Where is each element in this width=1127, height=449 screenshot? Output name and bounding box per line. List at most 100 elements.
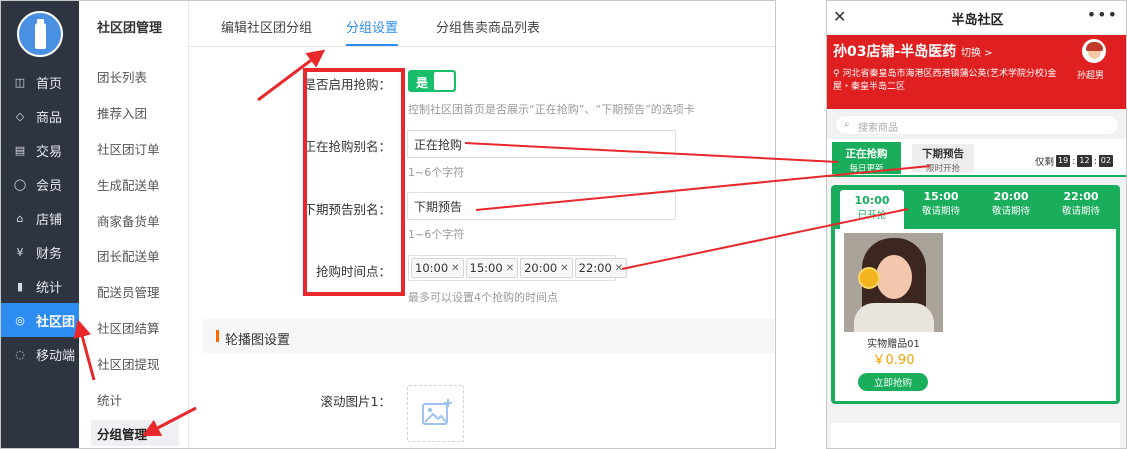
nav-item-member[interactable]: ◯ 会员 — [1, 167, 79, 201]
banner-label: 滚动图片1： — [320, 394, 391, 409]
slot-status: 已开抢 — [857, 210, 887, 221]
current-alias-input[interactable]: 正在抢购 — [407, 130, 676, 158]
tab-next-preview[interactable]: 下期预告 限时开抢 — [912, 144, 974, 174]
community-icon: ◎ — [15, 313, 25, 327]
tab-group-products[interactable]: 分组售卖商品列表 — [436, 17, 540, 36]
shop-name: 孙03店铺-半岛医药 — [833, 44, 957, 60]
logo — [17, 11, 63, 57]
countdown-prefix: 仅剩 — [1035, 157, 1055, 168]
subnav-item[interactable]: 团长列表 — [97, 67, 147, 86]
slot-time: 20:00 — [993, 190, 1029, 203]
slot-status: 敬请期待 — [1061, 206, 1100, 217]
tab-bar: 编辑社区团分组 分组设置 分组售卖商品列表 — [189, 1, 775, 47]
tab-title: 正在抢购 — [845, 148, 888, 160]
chat-icon: ◫ — [14, 75, 26, 89]
nav-item-community[interactable]: ◎ 社区团 — [1, 303, 79, 337]
phone-title: 半岛社区 — [951, 13, 1004, 28]
subnav-item[interactable]: 社区团订单 — [97, 139, 160, 158]
document-icon: ▤ — [14, 143, 26, 157]
active-tab-indicator — [346, 44, 398, 46]
time-slot[interactable]: 15:00 敬请期待 — [909, 190, 973, 217]
nav-item-mobile[interactable]: ◌ 移动端 — [1, 337, 79, 371]
search-input[interactable]: ⌕ 搜索商品 — [835, 115, 1119, 135]
subnav-title: 社区团管理 — [97, 21, 163, 36]
carousel-section-header: 轮播图设置 — [203, 319, 775, 353]
subnav-item[interactable]: 推荐入团 — [97, 103, 147, 122]
close-icon[interactable]: ✕ — [560, 263, 568, 274]
phone-screenshot: ✕ 半岛社区 ••• 孙03店铺-半岛医药 切换 > ⚲ 河北省秦皇岛市海港区西… — [826, 0, 1127, 449]
tag-icon: ◇ — [15, 109, 25, 123]
time-tag[interactable]: 15:00 ✕ — [465, 258, 519, 278]
address-text: 河北省秦皇岛市海港区西港镇蒲公英(艺术学院分校)金屋・秦皇半岛二区 — [833, 69, 1057, 92]
close-icon[interactable]: ✕ — [451, 263, 459, 274]
subnav-item[interactable]: 社区团提现 — [97, 354, 160, 373]
enable-hint: 控制社区团首页是否展示“正在抢购”、“下期预告”的选项卡 — [408, 103, 695, 116]
slot-time: 10:00 — [854, 194, 890, 207]
time-tag[interactable]: 10:00 ✕ — [411, 258, 464, 278]
more-icon[interactable]: ••• — [1087, 5, 1118, 24]
subnav-item[interactable]: 商家备货单 — [97, 211, 160, 230]
image-icon — [422, 399, 452, 425]
nav-label: 店铺 — [36, 212, 63, 228]
shop-address: ⚲ 河北省秦皇岛市海港区西港镇蒲公英(艺术学院分校)金屋・秦皇半岛二区 — [833, 68, 1063, 94]
nav-label: 社区团 — [36, 314, 76, 330]
toggle-text: 是 — [416, 76, 429, 90]
nav-item-home[interactable]: ◫ 首页 — [1, 65, 79, 99]
phone-titlebar: ✕ 半岛社区 ••• — [827, 1, 1126, 35]
next-product-card — [831, 423, 1120, 448]
time-slot[interactable]: 20:00 敬请期待 — [979, 190, 1043, 217]
time-tag[interactable]: 20:00 ✕ — [520, 258, 573, 278]
nav-item-finance[interactable]: ¥ 财务 — [1, 235, 79, 269]
nav-label: 移动端 — [36, 348, 76, 364]
slot-time: 22:00 — [1063, 190, 1099, 203]
bar-chart-icon: ▮ — [16, 279, 24, 293]
image-upload[interactable] — [407, 385, 464, 442]
nav-label: 统计 — [36, 280, 63, 296]
close-icon[interactable]: ✕ — [615, 263, 623, 274]
tab-group-settings[interactable]: 分组设置 — [346, 17, 398, 36]
time-slot[interactable]: 10:00 已开抢 — [840, 190, 904, 229]
countdown-minutes: 12 — [1077, 155, 1092, 167]
time-slot[interactable]: 22:00 敬请期待 — [1049, 190, 1113, 217]
subnav-item-group-manage[interactable]: 分组管理 — [91, 420, 179, 446]
phone-tab-bar: 正在抢购 每日更新 下期预告 限时开抢 仅剩 19: 12: 02 — [827, 139, 1126, 175]
subnav-item[interactable]: 社区团结算 — [97, 318, 160, 337]
store-icon: ⌂ — [16, 211, 24, 225]
avatar[interactable] — [1082, 39, 1106, 63]
subnav-item[interactable]: 配送员管理 — [97, 282, 160, 301]
current-alias-hint: 1~6个字符 — [408, 166, 465, 179]
enable-toggle[interactable]: 是 — [408, 70, 456, 92]
switch-shop-link[interactable]: 切换 > — [961, 44, 993, 59]
countdown: 仅剩 19: 12: 02 — [1035, 155, 1113, 168]
time-tag-text: 22:00 — [578, 261, 612, 275]
time-tag-text: 15:00 — [469, 261, 503, 275]
next-alias-input[interactable]: 下期预告 — [407, 192, 676, 220]
product-image[interactable] — [844, 233, 943, 332]
subnav-item[interactable]: 生成配送单 — [97, 175, 160, 194]
nav-item-goods[interactable]: ◇ 商品 — [1, 99, 79, 133]
product-name: 实物赠品01 — [867, 339, 920, 350]
nav-item-trade[interactable]: ▤ 交易 — [1, 133, 79, 167]
subnav-item[interactable]: 统计 — [97, 390, 122, 409]
tab-title: 下期预告 — [922, 148, 964, 160]
subnav-item[interactable]: 团长配送单 — [97, 246, 160, 265]
tab-edit-group[interactable]: 编辑社区团分组 — [221, 17, 312, 36]
buy-now-button[interactable]: 立即抢购 — [858, 373, 928, 391]
tab-current-sale[interactable]: 正在抢购 每日更新 — [832, 142, 901, 174]
time-tags-input[interactable]: 10:00 ✕ 15:00 ✕ 20:00 ✕ 22:00 ✕ — [408, 255, 628, 281]
nav-item-stats[interactable]: ▮ 统计 — [1, 269, 79, 303]
time-hint: 最多可以设置4个抢购的时间点 — [408, 291, 558, 304]
time-tag[interactable]: 22:00 ✕ — [574, 258, 628, 278]
admin-screenshot: ◫ 首页 ◇ 商品 ▤ 交易 ◯ 会员 ⌂ 店铺 ¥ 财务 ▮ 统计 ◎ 社区团 ◌ 移动端 社区… — [0, 0, 776, 449]
tab-subtitle: 限时开抢 — [925, 164, 960, 174]
tab-divider — [827, 175, 1126, 177]
countdown-hours: 19 — [1056, 155, 1071, 167]
nav-label: 首页 — [36, 76, 63, 92]
close-icon[interactable]: ✕ — [506, 263, 514, 274]
toggle-knob — [434, 72, 454, 90]
search-icon: ⌕ — [844, 119, 850, 130]
product-price: ￥0.90 — [872, 353, 915, 368]
nav-item-store[interactable]: ⌂ 店铺 — [1, 201, 79, 235]
annotation-box — [303, 68, 405, 296]
slot-status: 敬请期待 — [921, 206, 960, 217]
